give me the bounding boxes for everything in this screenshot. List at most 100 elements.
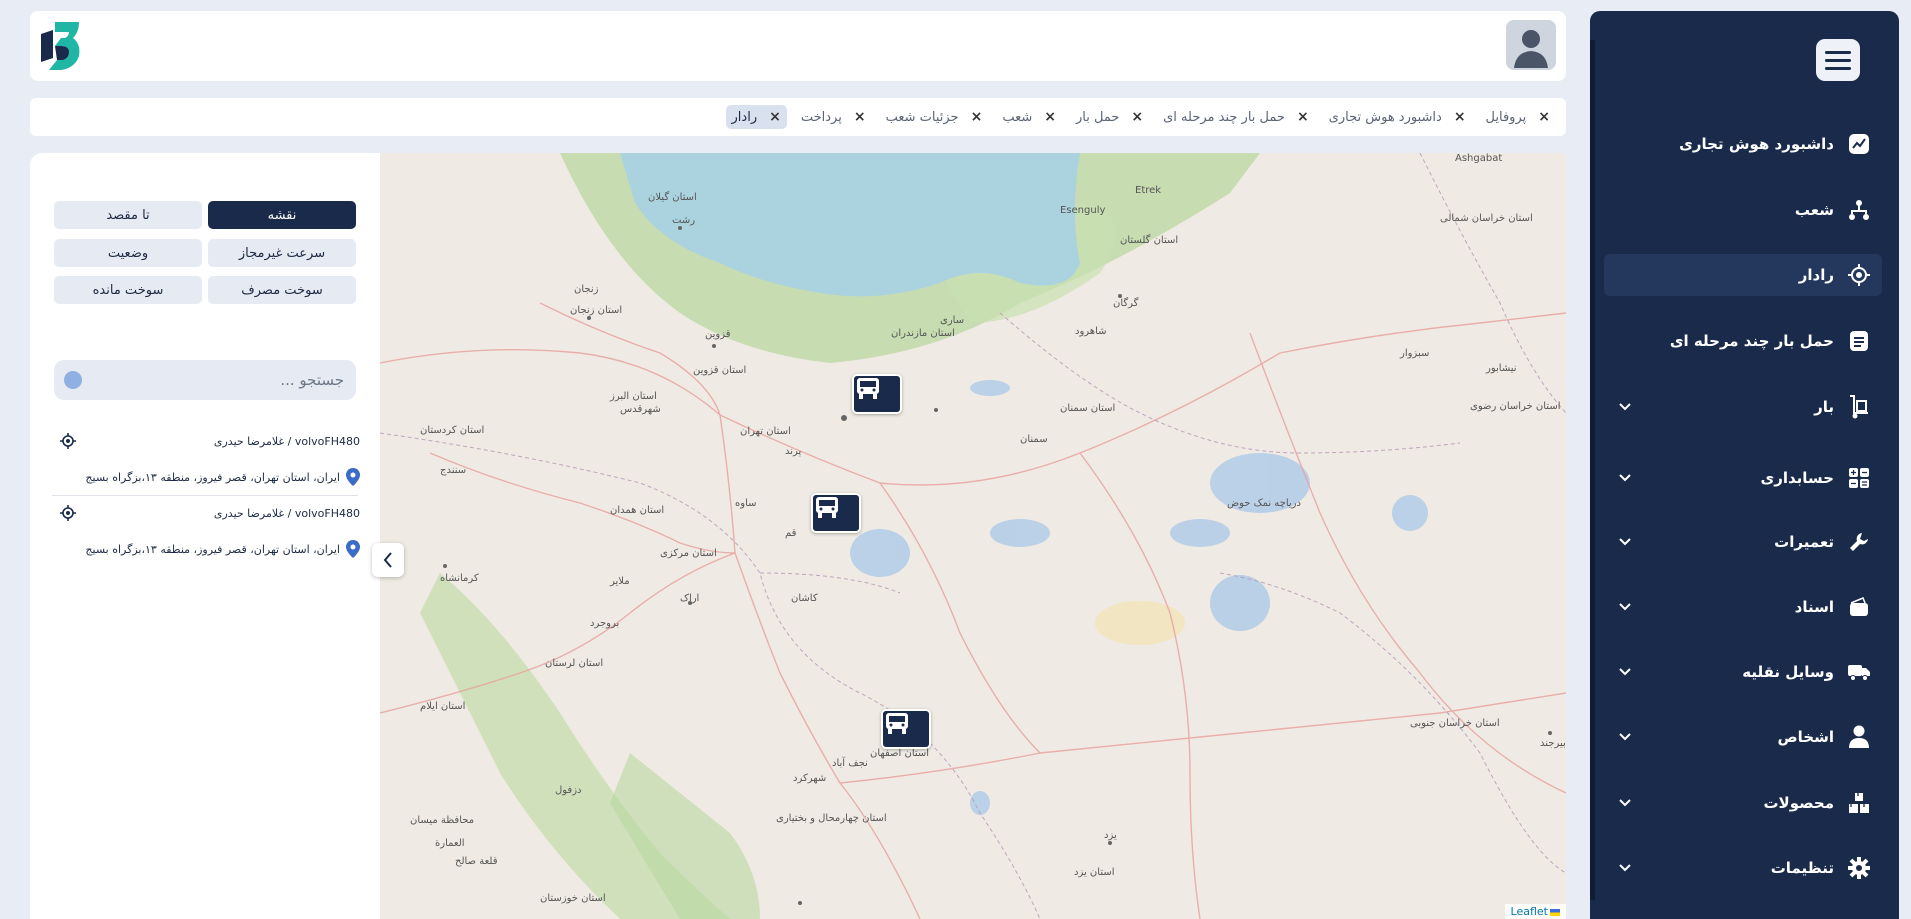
close-icon[interactable]: ×	[769, 109, 781, 125]
tab-0[interactable]: × پروفایل	[1480, 105, 1556, 129]
user-avatar[interactable]	[1506, 20, 1556, 70]
tab-1[interactable]: × داشبورد هوش تجاری	[1323, 105, 1472, 129]
close-icon[interactable]: ×	[1297, 109, 1309, 125]
truck-marker[interactable]	[852, 374, 902, 414]
user-icon	[1846, 724, 1872, 750]
map-label: ساری	[940, 315, 965, 326]
sidebar-item-7[interactable]: اسناد	[1604, 586, 1882, 628]
chevron-down-icon[interactable]	[1618, 538, 1632, 546]
truck-marker[interactable]	[881, 709, 931, 749]
map-attribution[interactable]: Leaflet	[1504, 904, 1566, 919]
tab-7[interactable]: × رادار	[725, 105, 787, 129]
radar-icon	[1846, 262, 1872, 288]
chevron-down-icon[interactable]	[1618, 474, 1632, 482]
sidebar-item-11[interactable]: تنظیمات	[1604, 847, 1882, 889]
vehicle-address-row: ایران، استان تهران، قصر فیروز، منطقه ۱۳،…	[54, 539, 360, 559]
sidebar-item-4[interactable]: بار	[1604, 386, 1882, 428]
sidebar: داشبورد هوش تجاری شعب رادار حمل بار چند مرح…	[1590, 11, 1899, 919]
sidebar-item-2[interactable]: رادار	[1604, 254, 1882, 296]
vehicle-address-row: ایران، استان تهران، قصر فیروز، منطقه ۱۳،…	[54, 467, 360, 487]
map-label: سمنان	[1020, 434, 1048, 445]
tab-2[interactable]: × حمل بار چند مرحله ای	[1157, 105, 1315, 129]
filter-fuel-used-button[interactable]: سوخت مصرف	[208, 276, 356, 304]
top-header	[30, 11, 1566, 81]
map-label: بروجرد	[590, 618, 620, 629]
locate-icon[interactable]	[60, 505, 76, 521]
sidebar-item-10[interactable]: محصولات	[1604, 782, 1882, 824]
collapse-panel-button[interactable]	[372, 543, 404, 577]
tabs-bar: × پروفایل × داشبورد هوش تجاری × حمل بار چند م…	[30, 98, 1566, 136]
tab-4[interactable]: × شعب	[996, 105, 1062, 129]
map-label: استان خراسان رضوی	[1470, 401, 1561, 412]
truck-icon	[886, 713, 908, 734]
chevron-down-icon[interactable]	[1618, 603, 1632, 611]
close-icon[interactable]: ×	[971, 109, 983, 125]
truck-marker[interactable]	[811, 493, 861, 533]
close-icon[interactable]: ×	[854, 109, 866, 125]
close-icon[interactable]: ×	[1131, 109, 1143, 125]
location-pin-icon	[346, 468, 360, 486]
locate-icon[interactable]	[60, 433, 76, 449]
map-label: استان مازندران	[891, 328, 955, 339]
tab-5[interactable]: × جزئیات شعب	[880, 105, 989, 129]
sidebar-item-label: حسابداری	[1760, 469, 1834, 487]
map-label: استان یزد	[1074, 867, 1115, 878]
sidebar-item-8[interactable]: وسایل نقلیه	[1604, 651, 1882, 693]
logo	[41, 22, 80, 70]
attribution-link[interactable]: Leaflet	[1511, 905, 1548, 918]
map-label: Etrek	[1135, 185, 1162, 196]
vehicle-address: ایران، استان تهران، قصر فیروز، منطقه ۱۳،…	[85, 470, 340, 484]
map-label: استان تهران	[740, 426, 791, 437]
filter-to-destination-button[interactable]: تا مقصد	[54, 201, 202, 229]
map-label: محافظة ميسان	[410, 815, 475, 826]
map-label: شهرقدس	[620, 404, 661, 415]
map-label: Esenguly	[1060, 205, 1106, 216]
sidebar-item-label: محصولات	[1763, 794, 1834, 812]
row-divider	[52, 495, 358, 496]
gear-icon	[1846, 855, 1872, 881]
sidebar-item-6[interactable]: تعمیرات	[1604, 521, 1882, 563]
sidebar-scrollbar[interactable]	[1590, 40, 1595, 900]
map-tiles	[380, 153, 1566, 919]
map-label: یزد	[1104, 830, 1117, 841]
chevron-down-icon[interactable]	[1618, 864, 1632, 872]
filter-map-button[interactable]: نقشه	[208, 201, 356, 229]
sidebar-item-5[interactable]: حسابداری	[1604, 457, 1882, 499]
sidebar-item-1[interactable]: شعب	[1604, 189, 1882, 231]
tab-3[interactable]: × حمل بار	[1070, 105, 1149, 129]
map-label: استان اصفهان	[870, 748, 930, 759]
chevron-down-icon[interactable]	[1618, 668, 1632, 676]
sidebar-item-3[interactable]: حمل بار چند مرحله ای	[1604, 320, 1882, 362]
truck-icon	[1846, 659, 1872, 685]
filter-fuel-left-button[interactable]: سوخت مانده	[54, 276, 202, 304]
chevron-down-icon[interactable]	[1618, 403, 1632, 411]
search-input[interactable]	[88, 370, 346, 390]
chevron-down-icon[interactable]	[1618, 733, 1632, 741]
close-icon[interactable]: ×	[1044, 109, 1056, 125]
sidebar-item-9[interactable]: اشخاص	[1604, 716, 1882, 758]
sidebar-item-label: رادار	[1798, 266, 1834, 284]
map-label: استان خراسان شمالی	[1440, 213, 1533, 224]
map-view[interactable]: استان گیلان رشت زنجان استان زنجان قزوین استان…	[380, 153, 1566, 919]
tab-label: پروفایل	[1485, 109, 1527, 125]
map-label: العمارة	[435, 838, 465, 849]
sidebar-item-label: بار	[1814, 398, 1834, 416]
hand-truck-icon	[1846, 394, 1872, 420]
menu-toggle-button[interactable]	[1816, 39, 1860, 81]
vehicle-row[interactable]: volvoFH480 / غلامرضا حیدری	[54, 503, 360, 523]
filter-status-button[interactable]: وضعیت	[54, 239, 202, 267]
calculator-icon	[1846, 465, 1872, 491]
close-icon[interactable]: ×	[1538, 109, 1550, 125]
chevron-down-icon[interactable]	[1618, 799, 1632, 807]
map-label: استان لرستان	[545, 658, 604, 669]
vehicle-row[interactable]: volvoFH480 / غلامرضا حیدری	[54, 431, 360, 451]
filter-overspeed-button[interactable]: سرعت غیرمجاز	[208, 239, 356, 267]
tab-6[interactable]: × پرداخت	[795, 105, 872, 129]
map-label: ساوه	[735, 498, 757, 509]
map-label: استان زنجان	[570, 305, 623, 316]
search-icon[interactable]	[64, 371, 82, 389]
chevron-left-icon	[383, 552, 392, 568]
close-icon[interactable]: ×	[1454, 109, 1466, 125]
sidebar-item-0[interactable]: داشبورد هوش تجاری	[1604, 123, 1882, 165]
vehicle-address: ایران، استان تهران، قصر فیروز، منطقه ۱۳،…	[85, 542, 340, 556]
